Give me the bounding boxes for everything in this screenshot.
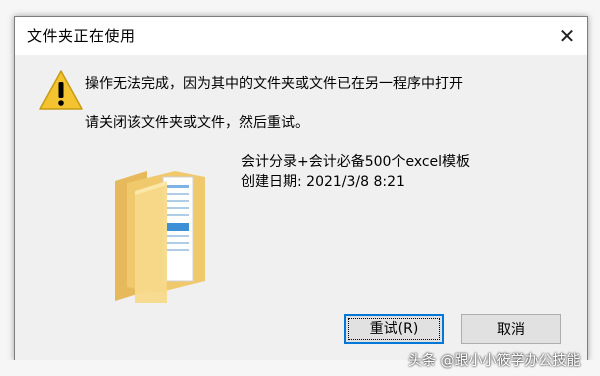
file-name: 会计分录+会计必备500个excel模板 xyxy=(241,154,471,170)
file-in-use-dialog: 文件夹正在使用 ✕ 操作无法完成，因为其中的文件夹或文件已在另一程序中打开 请关… xyxy=(14,16,588,361)
message-line-2: 请关闭该文件夹或文件，然后重试。 xyxy=(85,115,309,131)
message-line-1: 操作无法完成，因为其中的文件夹或文件已在另一程序中打开 xyxy=(85,76,463,92)
retry-button[interactable]: 重试(R) xyxy=(344,314,444,344)
cancel-button[interactable]: 取消 xyxy=(461,314,561,344)
dialog-title: 文件夹正在使用 xyxy=(27,27,136,45)
watermark: 头条 @跟小小筱学办公技能 xyxy=(408,353,581,369)
folder-icon xyxy=(115,171,205,303)
file-created-date: 创建日期: 2021/3/8 8:21 xyxy=(241,174,405,190)
title-bar: 文件夹正在使用 ✕ xyxy=(15,17,587,55)
close-button[interactable]: ✕ xyxy=(553,23,581,49)
cancel-button-label: 取消 xyxy=(497,322,525,338)
focus-outline xyxy=(348,318,440,340)
warning-triangle-icon xyxy=(39,70,83,110)
